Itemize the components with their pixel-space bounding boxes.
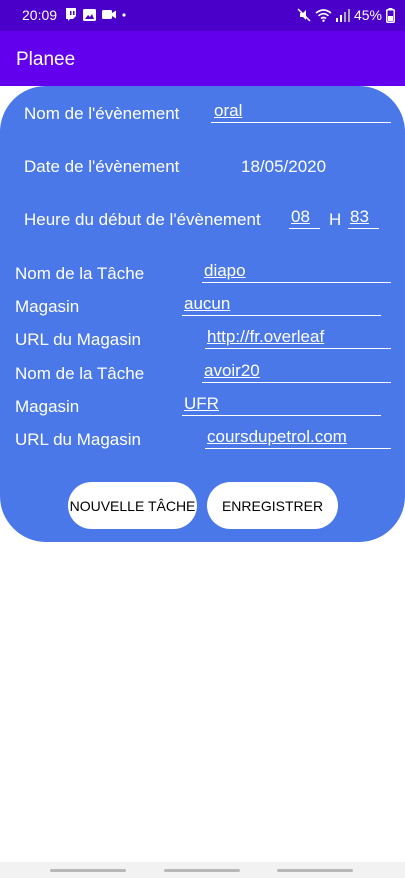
event-name-input[interactable]: oral [211, 100, 391, 123]
task-name-input[interactable]: avoir20 [202, 360, 391, 383]
task-name-label: Nom de la Tâche [15, 264, 145, 283]
status-bar: 20:09 45% [0, 0, 405, 31]
navigation-bar [0, 862, 405, 878]
status-time: 20:09 [22, 7, 58, 23]
start-minute-value: 83 [350, 207, 369, 226]
store-input[interactable]: UFR [182, 393, 381, 416]
store-value: UFR [184, 394, 219, 413]
signal-icon [335, 8, 350, 22]
store-url-value: coursdupetrol.com [207, 427, 347, 446]
nav-back-handle[interactable] [50, 869, 126, 872]
store-url-input[interactable]: http://fr.overleaf [205, 326, 391, 349]
battery-level: 45% [353, 7, 382, 23]
video-camera-icon [102, 10, 116, 19]
battery-icon [386, 7, 395, 23]
wifi-icon [315, 8, 332, 22]
task-name-value: avoir20 [204, 361, 260, 380]
save-button[interactable]: ENREGISTRER [207, 482, 338, 529]
app-title: Planee [16, 49, 76, 70]
event-date-value[interactable]: 18/05/2020 [241, 157, 326, 177]
store-url-label: URL du Magasin [15, 330, 141, 349]
new-task-button[interactable]: NOUVELLE TÂCHE [68, 482, 197, 529]
store-input[interactable]: aucun [182, 293, 381, 316]
store-url-input[interactable]: coursdupetrol.com [205, 426, 391, 449]
start-hour-input[interactable]: 08 [289, 206, 320, 229]
dot-icon [122, 12, 126, 17]
event-name-value: oral [214, 101, 243, 120]
task-name-input[interactable]: diapo [202, 260, 391, 283]
event-date-label: Date de l'évènement [24, 157, 180, 176]
nav-home-handle[interactable] [164, 869, 240, 872]
start-time-label: Heure du début de l'évènement [24, 210, 261, 229]
event-name-label: Nom de l'évènement [24, 104, 180, 123]
system-icons: 45% [297, 7, 395, 23]
hour-separator: H [329, 210, 342, 229]
nav-recents-handle[interactable] [277, 869, 353, 872]
mute-icon [297, 8, 311, 22]
store-value: aucun [184, 294, 231, 313]
start-hour-value: 08 [291, 207, 310, 226]
store-url-label: URL du Magasin [15, 430, 141, 449]
store-label: Magasin [15, 397, 80, 416]
store-label: Magasin [15, 297, 80, 316]
task-name-label: Nom de la Tâche [15, 364, 145, 383]
task-name-value: diapo [204, 261, 246, 280]
notification-icons [65, 8, 126, 21]
gallery-icon [83, 8, 96, 21]
twitch-icon [66, 8, 76, 21]
app-bar: Planee [0, 31, 405, 86]
start-minute-input[interactable]: 83 [348, 206, 379, 229]
store-url-value: http://fr.overleaf [207, 327, 325, 346]
